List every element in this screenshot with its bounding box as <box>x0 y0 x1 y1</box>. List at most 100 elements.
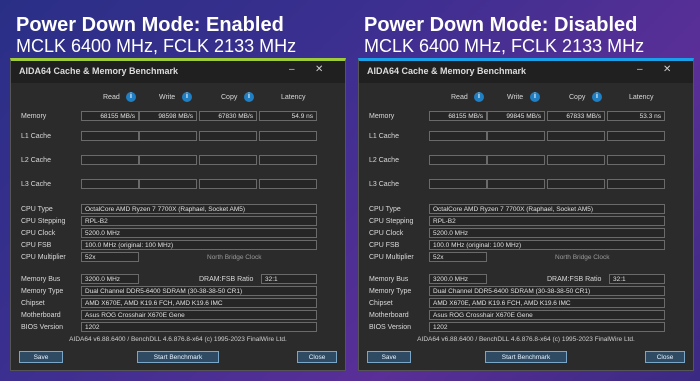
dram-fsb-ratio-value: 32:1 <box>261 274 317 284</box>
copy-header: Copy <box>569 94 586 101</box>
start-benchmark-button[interactable]: Start Benchmark <box>137 351 219 363</box>
info-icon[interactable]: i <box>530 92 540 102</box>
memory-bus-label: Memory Bus <box>369 276 409 283</box>
l1-latency <box>607 131 665 141</box>
cpu-fsb-value: 100.0 MHz (original: 100 MHz) <box>81 240 317 250</box>
memory-copy: 67833 MB/s <box>547 111 605 121</box>
cpu-type-label: CPU Type <box>369 206 401 213</box>
memory-type-label: Memory Type <box>21 288 64 295</box>
chipset-label: Chipset <box>369 300 393 307</box>
latency-header: Latency <box>629 94 654 101</box>
read-header: Read <box>451 94 468 101</box>
l2-read <box>429 155 487 165</box>
info-icon[interactable]: i <box>244 92 254 102</box>
window-title: AIDA64 Cache & Memory Benchmark <box>19 66 179 76</box>
save-button[interactable]: Save <box>19 351 63 363</box>
memory-bus-value: 3200.0 MHz <box>429 274 487 284</box>
info-icon[interactable]: i <box>126 92 136 102</box>
cpu-stepping-label: CPU Stepping <box>369 218 414 225</box>
benchmark-window: AIDA64 Cache & Memory Benchmark – ✕ Read… <box>10 58 346 371</box>
window-titlebar: AIDA64 Cache & Memory Benchmark – ✕ <box>359 61 693 83</box>
window-title: AIDA64 Cache & Memory Benchmark <box>367 66 527 76</box>
dram-fsb-ratio-label: DRAM:FSB Ratio <box>547 276 602 283</box>
cpu-stepping-label: CPU Stepping <box>21 218 66 225</box>
l1-cache-label: L1 Cache <box>21 133 51 140</box>
cpu-multiplier-label: CPU Multiplier <box>369 254 414 261</box>
chipset-value: AMD X670E, AMD K19.6 FCH, AMD K19.6 IMC <box>429 298 665 308</box>
memory-read: 68155 MB/s <box>81 111 139 121</box>
cpu-clock-label: CPU Clock <box>369 230 404 237</box>
north-bridge-clock-label: North Bridge Clock <box>207 254 262 261</box>
latency-header: Latency <box>281 94 306 101</box>
l1-read <box>81 131 139 141</box>
benchmark-window: AIDA64 Cache & Memory Benchmark – ✕ Read… <box>358 58 694 371</box>
chipset-value: AMD X670E, AMD K19.6 FCH, AMD K19.6 IMC <box>81 298 317 308</box>
memory-bus-label: Memory Bus <box>21 276 61 283</box>
start-benchmark-button[interactable]: Start Benchmark <box>485 351 567 363</box>
l2-copy <box>547 155 605 165</box>
memory-type-value: Dual Channel DDR5-6400 SDRAM (30-38-38-5… <box>81 286 317 296</box>
cpu-stepping-value: RPL-B2 <box>429 216 665 226</box>
bios-version-value: 1202 <box>429 322 665 332</box>
cpu-clock-value: 5200.0 MHz <box>429 228 665 238</box>
cpu-fsb-label: CPU FSB <box>369 242 400 249</box>
l3-cache-label: L3 Cache <box>369 181 399 188</box>
cpu-fsb-value: 100.0 MHz (original: 100 MHz) <box>429 240 665 250</box>
info-icon[interactable]: i <box>592 92 602 102</box>
info-icon[interactable]: i <box>474 92 484 102</box>
info-icon[interactable]: i <box>182 92 192 102</box>
panel-subline: MCLK 6400 MHz, FCLK 2133 MHz <box>16 36 297 56</box>
panel-headline: Power Down Mode: Disabled <box>364 14 638 36</box>
l2-write <box>487 155 545 165</box>
close-window-button[interactable]: ✕ <box>315 64 323 75</box>
dram-fsb-ratio-label: DRAM:FSB Ratio <box>199 276 254 283</box>
l2-read <box>81 155 139 165</box>
footer-text: AIDA64 v6.88.6400 / BenchDLL 4.6.876.8-x… <box>417 336 635 343</box>
cpu-fsb-label: CPU FSB <box>21 242 52 249</box>
cpu-multiplier-value: 52x <box>429 252 487 262</box>
l1-copy <box>199 131 257 141</box>
l3-cache-label: L3 Cache <box>21 181 51 188</box>
l3-read <box>429 179 487 189</box>
memory-read: 68155 MB/s <box>429 111 487 121</box>
close-button[interactable]: Close <box>645 351 685 363</box>
l1-write <box>487 131 545 141</box>
memory-bus-value: 3200.0 MHz <box>81 274 139 284</box>
save-button[interactable]: Save <box>367 351 411 363</box>
l1-read <box>429 131 487 141</box>
memory-write: 99845 MB/s <box>487 111 545 121</box>
footer-text: AIDA64 v6.88.6400 / BenchDLL 4.6.876.8-x… <box>69 336 287 343</box>
memory-copy: 67830 MB/s <box>199 111 257 121</box>
minimize-button[interactable]: – <box>637 64 643 75</box>
close-window-button[interactable]: ✕ <box>663 64 671 75</box>
dram-fsb-ratio-value: 32:1 <box>609 274 665 284</box>
copy-header: Copy <box>221 94 238 101</box>
cpu-type-label: CPU Type <box>21 206 53 213</box>
cpu-type-value: OctalCore AMD Ryzen 7 7700X (Raphael, So… <box>81 204 317 214</box>
write-header: Write <box>159 94 176 101</box>
l2-cache-label: L2 Cache <box>369 157 399 164</box>
write-header: Write <box>507 94 524 101</box>
cpu-multiplier-value: 52x <box>81 252 139 262</box>
motherboard-value: Asus ROG Crosshair X670E Gene <box>81 310 317 320</box>
motherboard-label: Motherboard <box>21 312 61 319</box>
cpu-clock-label: CPU Clock <box>21 230 56 237</box>
cpu-clock-value: 5200.0 MHz <box>81 228 317 238</box>
l3-copy <box>547 179 605 189</box>
north-bridge-clock-label: North Bridge Clock <box>555 254 610 261</box>
minimize-button[interactable]: – <box>289 64 295 75</box>
memory-latency: 54.9 ns <box>259 111 317 121</box>
bios-version-label: BIOS Version <box>21 324 64 331</box>
memory-type-value: Dual Channel DDR5-6400 SDRAM (30-38-38-5… <box>429 286 665 296</box>
l1-cache-label: L1 Cache <box>369 133 399 140</box>
close-button[interactable]: Close <box>297 351 337 363</box>
window-titlebar: AIDA64 Cache & Memory Benchmark – ✕ <box>11 61 345 83</box>
cpu-stepping-value: RPL-B2 <box>81 216 317 226</box>
memory-label: Memory <box>21 113 47 120</box>
memory-type-label: Memory Type <box>369 288 412 295</box>
bios-version-value: 1202 <box>81 322 317 332</box>
motherboard-label: Motherboard <box>369 312 409 319</box>
l3-latency <box>259 179 317 189</box>
left-panel: Power Down Mode: Enabled MCLK 6400 MHz, … <box>10 0 346 381</box>
l1-latency <box>259 131 317 141</box>
